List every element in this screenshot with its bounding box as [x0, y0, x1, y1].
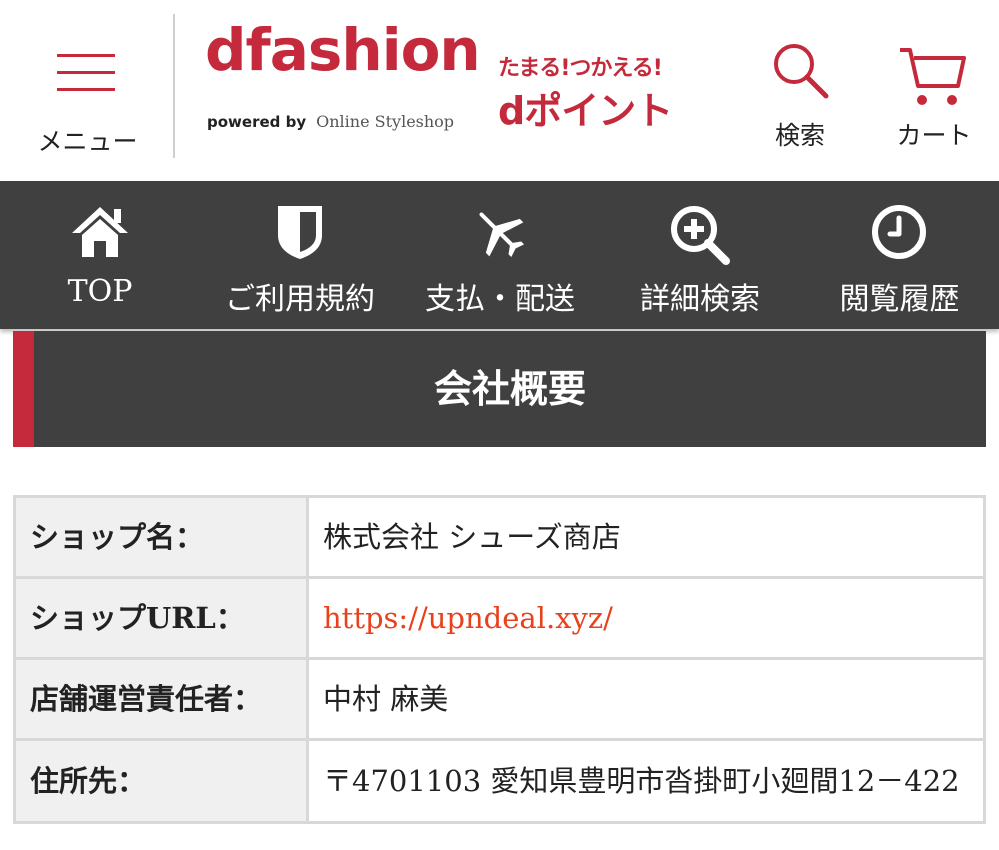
nav-label-history: 閲覧履歴 — [839, 282, 960, 317]
dpoint-banner[interactable]: たまる!つかえる! dポイント — [498, 50, 688, 133]
address-label: 住所先： — [13, 738, 309, 824]
address-value: 〒4701103 愛知県豊明市沓掛町小廻間12－422 — [306, 738, 986, 824]
nav-item-payment-shipping[interactable]: 支払・配送 — [400, 181, 600, 329]
shop-url-link[interactable]: https://upndeal.xyz/ — [323, 601, 613, 635]
nav-item-advanced-search[interactable]: 詳細検索 — [600, 181, 800, 329]
menu-button[interactable]: メニュー — [20, 30, 155, 160]
nav-item-top[interactable]: TOP — [0, 181, 200, 329]
cart-button[interactable]: カート — [888, 40, 980, 155]
search-label: 検索 — [774, 121, 825, 150]
site-header: メニュー dfashion powered by Online Styleshop… — [0, 0, 999, 181]
nav-label-payment-shipping: 支払・配送 — [425, 282, 575, 317]
home-icon — [72, 207, 128, 257]
main-nav: TOP ご利用規約 支払・配送 詳細検索 閲覧履歴 — [0, 181, 999, 329]
search-button[interactable]: 検索 — [760, 40, 840, 155]
cart-label: カート — [896, 121, 972, 150]
header-divider — [173, 14, 175, 158]
table-row: ショップ名： 株式会社 シューズ商店 — [13, 495, 986, 579]
shield-icon — [278, 206, 322, 259]
table-row: 住所先： 〒4701103 愛知県豊明市沓掛町小廻間12－422 — [13, 738, 986, 824]
title-accent-bar — [13, 331, 34, 447]
search-icon — [774, 44, 829, 99]
dpoint-tagline: たまる!つかえる! — [498, 56, 663, 81]
nav-item-history[interactable]: 閲覧履歴 — [800, 181, 999, 329]
logo-subtitle: powered by Online Styleshop — [207, 112, 454, 131]
dfashion-logo[interactable]: dfashion powered by Online Styleshop — [205, 16, 481, 140]
airplane-icon — [479, 212, 525, 258]
company-info-table: ショップ名： 株式会社 シューズ商店 ショップURL： https://upnd… — [13, 495, 986, 824]
cart-icon — [900, 48, 966, 105]
logo-online-styleshop: Online Styleshop — [316, 112, 455, 131]
nav-label-terms: ご利用規約 — [225, 282, 375, 317]
shop-name-label: ショップ名： — [13, 495, 309, 579]
clock-icon — [872, 205, 926, 259]
manager-label: 店舗運営責任者： — [13, 657, 309, 741]
nav-label-top: TOP — [67, 274, 133, 309]
logo-powered-by: powered by — [207, 113, 307, 131]
shop-name-value: 株式会社 シューズ商店 — [306, 495, 986, 579]
manager-value: 中村 麻美 — [306, 657, 986, 741]
hamburger-icon — [57, 54, 115, 92]
page-title: 会社概要 — [433, 366, 586, 411]
shop-url-label: ショップURL： — [13, 576, 309, 660]
logo-wordmark: dfashion — [205, 16, 481, 84]
table-row: ショップURL： https://upndeal.xyz/ — [13, 576, 986, 660]
nav-item-terms[interactable]: ご利用規約 — [200, 181, 400, 329]
zoom-in-icon — [671, 206, 730, 265]
menu-label: メニュー — [37, 127, 138, 156]
dpoint-name: dポイント — [498, 89, 673, 133]
table-row: 店舗運営責任者： 中村 麻美 — [13, 657, 986, 741]
shop-url-cell: https://upndeal.xyz/ — [306, 576, 986, 660]
page-title-banner: 会社概要 — [13, 331, 986, 447]
nav-label-advanced-search: 詳細検索 — [640, 282, 760, 317]
